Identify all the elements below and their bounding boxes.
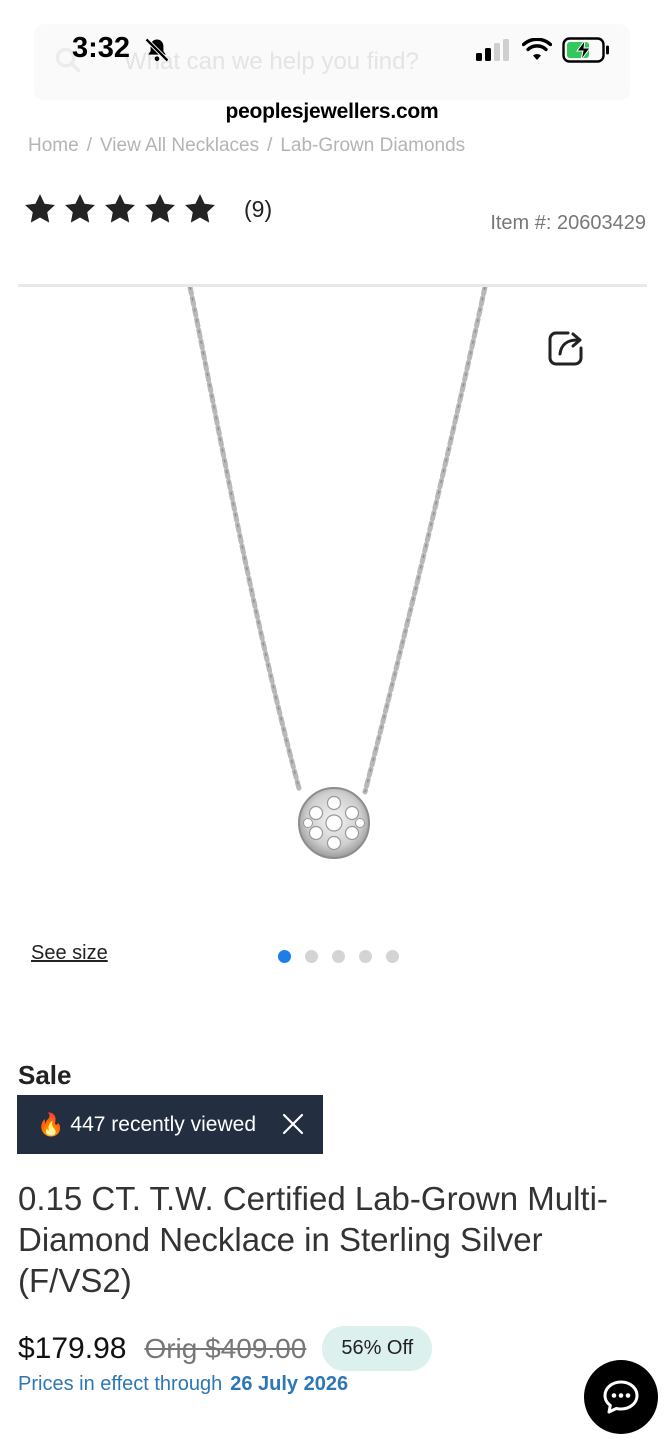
breadcrumb-lab-grown[interactable]: Lab-Grown Diamonds	[280, 135, 465, 157]
pagination-dot-5[interactable]	[386, 950, 399, 963]
wifi-icon	[522, 38, 552, 60]
sale-price: $179.98	[18, 1331, 127, 1365]
product-title: 0.15 CT. T.W. Certified Lab-Grown Multi-…	[18, 1180, 608, 1299]
recently-viewed-banner: 🔥 447 recently viewed	[17, 1095, 323, 1154]
prices-effect-note: Prices in effect through 26 July 2026	[18, 1373, 348, 1396]
star-icon	[145, 194, 175, 223]
pagination-dot-3[interactable]	[332, 950, 345, 963]
discount-badge: 56% Off	[322, 1326, 433, 1371]
pagination-dot-1[interactable]	[278, 950, 291, 963]
star-icon	[65, 194, 95, 223]
star-rating[interactable]	[22, 192, 218, 226]
prices-effect-date: 26 July 2026	[230, 1373, 349, 1395]
pagination-dot-2[interactable]	[305, 950, 318, 963]
star-icon	[185, 194, 215, 223]
status-time: 3:32	[72, 32, 131, 64]
star-icon	[105, 194, 135, 223]
chat-bubble-icon	[603, 1380, 639, 1414]
breadcrumb-separator: /	[267, 135, 273, 156]
status-bar: What can we help you find? 3:32	[0, 0, 664, 100]
share-icon[interactable]	[546, 328, 586, 368]
prices-effect-label: Prices in effect through	[18, 1373, 223, 1395]
recently-viewed-text: 447 recently viewed	[70, 1112, 257, 1136]
flame-icon: 🔥	[37, 1111, 65, 1137]
sale-label: Sale	[18, 1060, 72, 1090]
review-count[interactable]: (9)	[244, 196, 272, 223]
see-size-link[interactable]: See size	[31, 942, 108, 965]
price-row: $179.98 Orig $409.00 56% Off	[18, 1326, 433, 1371]
breadcrumb-home[interactable]: Home	[28, 135, 79, 157]
product-image[interactable]	[0, 287, 664, 907]
close-icon[interactable]	[281, 1112, 305, 1136]
breadcrumb-necklaces[interactable]: View All Necklaces	[100, 135, 259, 157]
breadcrumb: Home / View All Necklaces / Lab-Grown Diamon…	[28, 135, 465, 157]
chat-button[interactable]	[584, 1360, 658, 1434]
original-price: Orig $409.00	[144, 1332, 307, 1364]
bell-slash-icon	[145, 38, 169, 62]
item-number: Item #: 20603429	[490, 212, 646, 234]
image-pagination	[278, 950, 399, 963]
star-icon	[25, 194, 55, 223]
battery-charging-icon	[562, 37, 609, 63]
site-domain: peoplesjewellers.com	[225, 100, 439, 123]
breadcrumb-separator: /	[86, 135, 92, 156]
cellular-signal-icon	[476, 39, 509, 61]
pagination-dot-4[interactable]	[359, 950, 372, 963]
